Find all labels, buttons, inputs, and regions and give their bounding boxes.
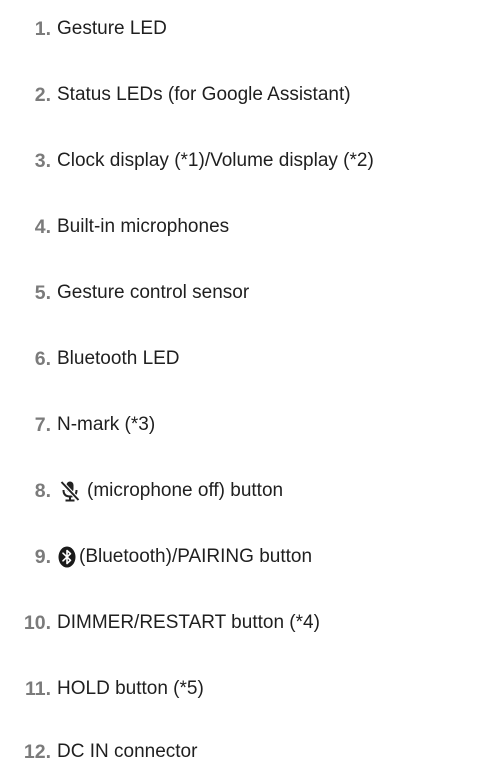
item-number: 6. (34, 347, 51, 370)
item-number: 8. (34, 479, 51, 502)
item-number: 2. (34, 83, 51, 106)
list-item: 7. N-mark (*3) (0, 410, 491, 440)
list-item: 12. DC IN connector (0, 737, 491, 767)
list-item: 1. Gesture LED (0, 14, 491, 44)
item-label: Built-in microphones (57, 216, 230, 237)
list-item: 4. Built-in microphones (0, 212, 491, 242)
item-label: (microphone off) button (87, 480, 284, 501)
item-label: Bluetooth LED (57, 348, 180, 369)
item-number: 7. (34, 413, 51, 436)
list-item: 8. (microphone off) button (0, 476, 491, 506)
list-item: 3. Clock display (*1)/Volume display (*2… (0, 146, 491, 176)
list-item: 5. Gesture control sensor (0, 278, 491, 308)
item-label: N-mark (*3) (57, 414, 156, 435)
list-item: 10. DIMMER/RESTART button (*4) (0, 608, 491, 638)
item-label: Status LEDs (for Google Assistant) (57, 84, 351, 105)
item-number: 9. (34, 545, 51, 568)
list-item: 9. (Bluetooth)/PAIRING button (0, 542, 491, 572)
item-label: Clock display (*1)/Volume display (*2) (57, 150, 374, 171)
list-item: 2. Status LEDs (for Google Assistant) (0, 80, 491, 110)
item-number: 12. (23, 740, 51, 763)
list-item: 11. HOLD button (*5) (0, 674, 491, 704)
item-number: 5. (34, 281, 51, 304)
item-number: 4. (34, 215, 51, 238)
item-label: Gesture LED (57, 18, 167, 39)
parts-list: 1. Gesture LED 2. Status LEDs (for Googl… (0, 0, 491, 772)
microphone-off-icon (57, 478, 83, 504)
list-item: 6. Bluetooth LED (0, 344, 491, 374)
item-number: 10. (23, 611, 51, 634)
item-label: HOLD button (*5) (57, 678, 204, 699)
item-number: 3. (34, 149, 51, 172)
bluetooth-icon (57, 544, 77, 570)
item-label: Gesture control sensor (57, 282, 250, 303)
item-number: 1. (34, 17, 51, 40)
item-number: 11. (24, 677, 51, 700)
item-label: DIMMER/RESTART button (*4) (57, 612, 320, 633)
item-label: (Bluetooth)/PAIRING button (79, 546, 313, 567)
item-label: DC IN connector (57, 741, 198, 762)
